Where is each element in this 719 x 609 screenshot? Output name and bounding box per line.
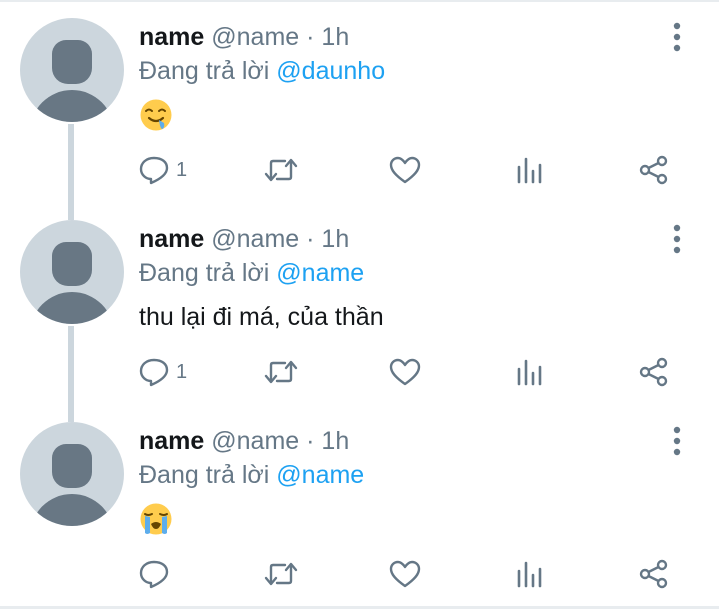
replying-to: Đang trả lời @daunho: [139, 56, 385, 86]
user-handle[interactable]: @name: [211, 225, 299, 253]
like-button[interactable]: [389, 554, 421, 594]
loudly-crying-face-emoji: [140, 503, 172, 535]
user-handle[interactable]: @name: [211, 427, 299, 455]
share-button[interactable]: [639, 554, 669, 594]
replying-to-label: Đang trả lời: [139, 259, 270, 287]
replying-to-label: Đang trả lời: [139, 57, 270, 85]
avatar-head-shape: [52, 242, 92, 286]
retweet-icon: [264, 562, 298, 586]
share-icon: [639, 357, 668, 387]
tweet-header: name @name · 1h: [139, 22, 349, 52]
reply-count: 1: [176, 158, 188, 181]
bar-chart-icon: [517, 157, 542, 184]
avatar[interactable]: [20, 422, 124, 526]
avatar-body-shape: [30, 292, 114, 324]
analytics-button[interactable]: [516, 352, 544, 392]
heart-icon: [389, 358, 421, 386]
bar-chart-icon: [517, 561, 542, 588]
reply-icon: [139, 156, 169, 185]
mention-link[interactable]: @name: [276, 461, 364, 489]
avatar-head-shape: [52, 40, 92, 84]
mention-link[interactable]: @name: [276, 259, 364, 287]
timestamp[interactable]: 1h: [321, 225, 349, 253]
separator-dot: ·: [306, 225, 315, 253]
retweet-icon: [264, 158, 298, 182]
replying-to: Đang trả lời @name: [139, 258, 364, 288]
display-name[interactable]: name: [139, 23, 204, 51]
avatar-body-shape: [30, 90, 114, 122]
bar-chart-icon: [517, 359, 542, 386]
avatar-body-shape: [30, 494, 114, 526]
reply-button[interactable]: [138, 554, 176, 594]
like-button[interactable]: [389, 150, 421, 190]
retweet-button[interactable]: [264, 352, 298, 392]
user-handle[interactable]: @name: [211, 23, 299, 51]
replying-to: Đang trả lời @name: [139, 460, 364, 490]
display-name[interactable]: name: [139, 427, 204, 455]
tweet-header: name @name · 1h: [139, 426, 349, 456]
more-vertical-icon[interactable]: [669, 426, 685, 456]
retweet-button[interactable]: [264, 150, 298, 190]
reply-icon: [139, 358, 169, 387]
tweet[interactable]: name @name · 1h Đang trả lời @name thu l…: [0, 202, 719, 404]
tweet-actions: 1: [0, 150, 719, 190]
analytics-button[interactable]: [516, 150, 544, 190]
like-button[interactable]: [389, 352, 421, 392]
more-vertical-icon[interactable]: [669, 224, 685, 254]
separator-dot: ·: [306, 23, 315, 51]
share-icon: [639, 155, 668, 185]
reply-icon: [139, 560, 169, 589]
tweet-actions: 1: [0, 352, 719, 392]
tweet[interactable]: name @name · 1h Đang trả lời @daunho 1: [0, 0, 719, 202]
timestamp[interactable]: 1h: [321, 23, 349, 51]
reply-button[interactable]: 1: [138, 352, 187, 392]
share-button[interactable]: [639, 150, 669, 190]
separator-dot: ·: [306, 427, 315, 455]
avatar[interactable]: [20, 18, 124, 122]
reply-count: 1: [176, 360, 188, 383]
share-icon: [639, 559, 668, 589]
more-vertical-icon[interactable]: [669, 22, 685, 52]
retweet-icon: [264, 360, 298, 384]
mention-link[interactable]: @daunho: [276, 57, 385, 85]
share-button[interactable]: [639, 352, 669, 392]
drooling-face-emoji: [140, 99, 172, 131]
retweet-button[interactable]: [264, 554, 298, 594]
avatar-head-shape: [52, 444, 92, 488]
replying-to-label: Đang trả lời: [139, 461, 270, 489]
reply-button[interactable]: 1: [138, 150, 187, 190]
tweet-text: thu lại đi má, của thần: [139, 303, 384, 331]
heart-icon: [389, 560, 421, 588]
tweet-header: name @name · 1h: [139, 224, 349, 254]
tweet-actions: [0, 554, 719, 594]
analytics-button[interactable]: [516, 554, 544, 594]
avatar[interactable]: [20, 220, 124, 324]
display-name[interactable]: name: [139, 225, 204, 253]
timestamp[interactable]: 1h: [321, 427, 349, 455]
tweet[interactable]: name @name · 1h Đang trả lời @name: [0, 404, 719, 606]
heart-icon: [389, 156, 421, 184]
